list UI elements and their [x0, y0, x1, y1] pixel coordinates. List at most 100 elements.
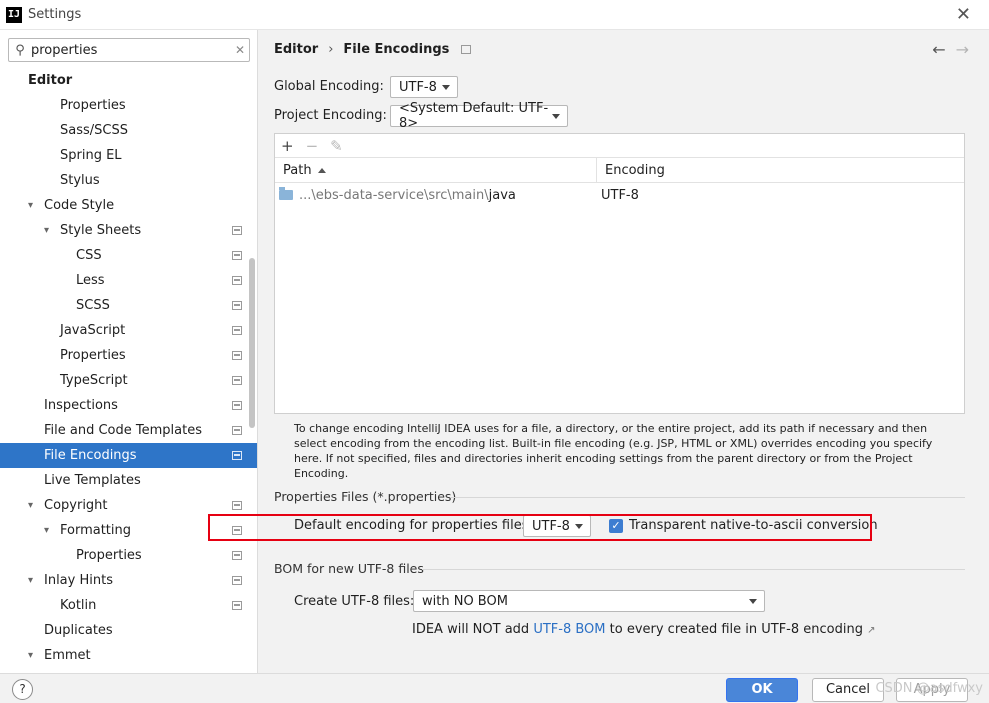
- project-scope-icon: [232, 551, 242, 560]
- sidebar-item-file-and-code-templates[interactable]: File and Code Templates: [0, 418, 257, 443]
- sidebar-item-live-templates[interactable]: Live Templates: [0, 468, 257, 493]
- search-box[interactable]: ⚲ properties ✕: [8, 38, 250, 62]
- table-header: Path Encoding: [275, 157, 964, 183]
- folder-icon: [279, 187, 293, 200]
- project-scope-icon: [461, 45, 472, 54]
- add-icon[interactable]: +: [281, 137, 294, 155]
- sidebar-item-emmet[interactable]: ▾ Emmet: [0, 643, 257, 668]
- sidebar-item-properties[interactable]: Properties: [0, 343, 257, 368]
- sidebar-item-stylus[interactable]: Stylus: [0, 168, 257, 193]
- chevron-down-icon[interactable]: ▾: [28, 643, 33, 668]
- sidebar-item-properties[interactable]: Properties: [0, 543, 257, 568]
- intellij-logo-icon: IJ: [6, 6, 22, 23]
- bom-select[interactable]: with NO BOM: [413, 590, 765, 612]
- settings-sidebar: ⚲ properties ✕ Editor Properties Sass/SCSS…: [0, 30, 258, 673]
- dropdown-arrow-icon: [552, 114, 560, 119]
- sidebar-item-scss[interactable]: SCSS: [0, 293, 257, 318]
- utf8-bom-link[interactable]: UTF-8 BOM: [533, 622, 605, 637]
- sidebar-item-css[interactable]: CSS: [0, 243, 257, 268]
- sidebar-item-style-sheets[interactable]: ▾ Style Sheets: [0, 218, 257, 243]
- sidebar-item-editor[interactable]: Editor: [0, 68, 257, 93]
- section-divider: [450, 497, 965, 498]
- forward-arrow-icon[interactable]: →: [956, 40, 969, 59]
- sidebar-item-label: Copyright: [44, 498, 108, 513]
- chevron-down-icon[interactable]: ▾: [28, 568, 33, 593]
- project-scope-icon: [232, 376, 242, 385]
- project-scope-icon: [232, 276, 242, 285]
- sidebar-item-sass-scss[interactable]: Sass/SCSS: [0, 118, 257, 143]
- sidebar-item-label: File and Code Templates: [44, 423, 202, 438]
- path-encoding-table: + − ✎ Path Encoding ...\ebs-data-service…: [274, 133, 965, 414]
- section-divider: [422, 569, 965, 570]
- bom-note: IDEA will NOT add UTF-8 BOM to every cre…: [412, 622, 876, 637]
- sidebar-item-label: Properties: [76, 548, 142, 563]
- search-input[interactable]: properties: [31, 43, 231, 58]
- encoding-help-text: To change encoding IntelliJ IDEA uses fo…: [294, 422, 933, 480]
- sidebar-scrollbar[interactable]: [249, 258, 255, 428]
- help-button[interactable]: ?: [12, 679, 33, 700]
- chevron-down-icon[interactable]: ▾: [44, 218, 49, 243]
- sidebar-item-less[interactable]: Less: [0, 268, 257, 293]
- column-header-path[interactable]: Path: [275, 157, 597, 183]
- sidebar-item-kotlin[interactable]: Kotlin: [0, 593, 257, 618]
- sidebar-item-label: Inspections: [44, 398, 118, 413]
- back-arrow-icon[interactable]: ←: [932, 40, 945, 59]
- project-encoding-select[interactable]: <System Default: UTF-8>: [390, 101, 568, 131]
- column-header-encoding[interactable]: Encoding: [597, 163, 665, 178]
- sidebar-item-inspections[interactable]: Inspections: [0, 393, 257, 418]
- sidebar-item-file-encodings[interactable]: File Encodings: [0, 443, 257, 468]
- sidebar-item-label: Emmet: [44, 648, 91, 663]
- external-link-icon: ↗: [867, 625, 876, 636]
- close-icon[interactable]: ✕: [956, 4, 971, 25]
- project-encoding-value: <System Default: UTF-8>: [399, 101, 549, 131]
- sidebar-item-typescript[interactable]: TypeScript: [0, 368, 257, 393]
- sidebar-item-code-style[interactable]: ▾ Code Style: [0, 193, 257, 218]
- project-scope-icon: [232, 451, 242, 460]
- sidebar-item-label: JavaScript: [60, 323, 126, 338]
- sidebar-item-label: Sass/SCSS: [60, 123, 128, 138]
- sidebar-item-spring-el[interactable]: Spring EL: [0, 143, 257, 168]
- sidebar-item-label: Properties: [60, 348, 126, 363]
- ok-button[interactable]: OK: [726, 678, 798, 702]
- breadcrumb-parent[interactable]: Editor: [274, 42, 318, 57]
- chevron-down-icon[interactable]: ▾: [28, 493, 33, 518]
- column-path-label: Path: [283, 162, 312, 178]
- properties-section-title: Properties Files (*.properties): [274, 489, 457, 504]
- project-encoding-label: Project Encoding:: [274, 108, 387, 123]
- title-bar: IJ Settings ✕: [0, 0, 989, 30]
- edit-icon[interactable]: ✎: [330, 137, 343, 155]
- sidebar-item-label: Spring EL: [60, 148, 122, 163]
- table-row[interactable]: ...\ebs-data-service\src\main\ java UTF-8: [275, 183, 964, 207]
- bom-note-after: to every created file in UTF-8 encoding: [605, 622, 863, 637]
- window-title: Settings: [28, 7, 82, 22]
- path-cell: ...\ebs-data-service\src\main\ java: [275, 187, 597, 203]
- create-utf8-label: Create UTF-8 files:: [294, 594, 415, 609]
- sidebar-item-label: Formatting: [60, 523, 132, 538]
- table-toolbar: + − ✎: [275, 134, 964, 158]
- chevron-down-icon[interactable]: ▾: [44, 518, 49, 543]
- sidebar-item-inlay-hints[interactable]: ▾ Inlay Hints: [0, 568, 257, 593]
- clear-icon[interactable]: ✕: [231, 43, 249, 57]
- global-encoding-select[interactable]: UTF-8: [390, 76, 458, 98]
- sidebar-item-properties[interactable]: Properties: [0, 93, 257, 118]
- bom-select-value: with NO BOM: [422, 593, 508, 609]
- sidebar-item-javascript[interactable]: JavaScript: [0, 318, 257, 343]
- breadcrumb: Editor › File Encodings: [274, 42, 472, 57]
- sidebar-item-label: CSS: [76, 248, 102, 263]
- cancel-button[interactable]: Cancel: [812, 678, 884, 702]
- history-navigation: ← →: [922, 40, 969, 59]
- sidebar-item-label: Properties: [60, 98, 126, 113]
- sidebar-item-label: Editor: [28, 73, 73, 88]
- sidebar-item-duplicates[interactable]: Duplicates: [0, 618, 257, 643]
- project-scope-icon: [232, 426, 242, 435]
- encoding-cell[interactable]: UTF-8: [597, 188, 639, 203]
- sidebar-item-label: Stylus: [60, 173, 100, 188]
- project-scope-icon: [232, 301, 242, 310]
- search-icon: ⚲: [15, 42, 25, 58]
- project-scope-icon: [232, 251, 242, 260]
- main-panel: Editor › File Encodings ← → Global Encodi…: [258, 30, 989, 673]
- chevron-down-icon[interactable]: ▾: [28, 193, 33, 218]
- apply-button[interactable]: Apply: [896, 678, 968, 702]
- remove-icon[interactable]: −: [306, 137, 319, 155]
- project-scope-icon: [232, 576, 242, 585]
